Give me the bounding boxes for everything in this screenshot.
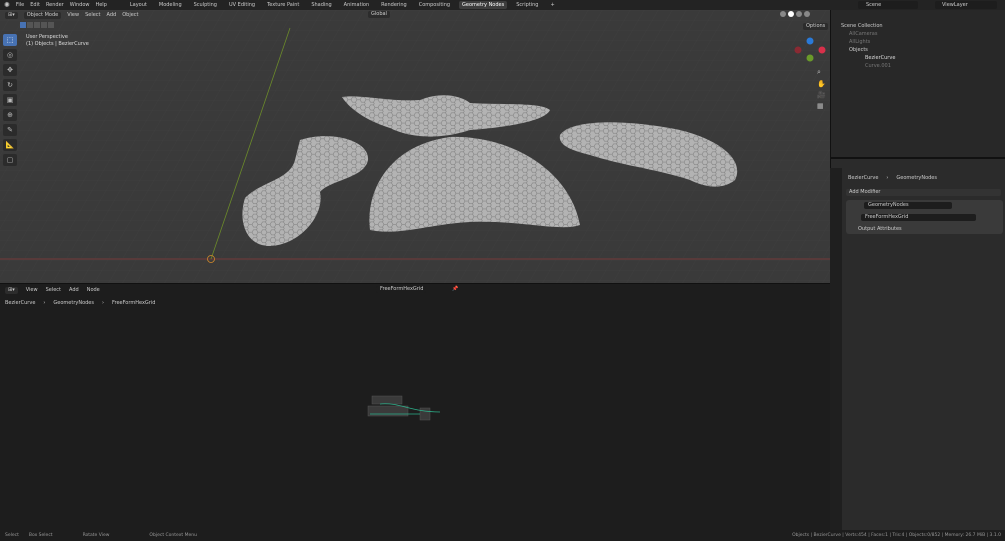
node-group-selector[interactable]: FreeFormHexGrid <box>376 286 426 293</box>
menu-render[interactable]: Render <box>46 2 64 8</box>
tab-shading[interactable]: Shading <box>308 1 334 9</box>
add-cube-tool-icon[interactable]: ▢ <box>3 154 17 166</box>
menu-file[interactable]: File <box>16 2 24 8</box>
menu-help[interactable]: Help <box>95 2 106 8</box>
menu-view[interactable]: View <box>67 12 79 18</box>
3d-viewport[interactable] <box>0 10 830 283</box>
outliner-item-objects[interactable]: Objects <box>831 46 1005 54</box>
node-editor[interactable] <box>0 283 830 530</box>
tab-layout[interactable]: Layout <box>127 1 150 9</box>
outliner-item-curve001[interactable]: Curve.001 <box>831 62 1005 70</box>
options-button[interactable]: Options <box>803 23 828 30</box>
tab-modeling[interactable]: Modeling <box>156 1 185 9</box>
properties-tabs[interactable] <box>830 168 842 530</box>
view-nav-controls: ⌕ ✋ 🎥 ▦ <box>817 68 826 110</box>
orientation-selector[interactable]: Global <box>368 11 390 18</box>
outliner-item-allcameras[interactable]: AllCameras <box>831 30 1005 38</box>
top-bar: ✺ File Edit Render Window Help Layout Mo… <box>0 0 1005 10</box>
menu-object[interactable]: Object <box>122 12 138 18</box>
pin-icon[interactable]: 📌 <box>452 286 458 292</box>
menu-select[interactable]: Select <box>85 12 100 18</box>
tab-compositing[interactable]: Compositing <box>416 1 453 9</box>
scene-selector[interactable]: Scene <box>858 1 918 9</box>
cursor-tool-icon[interactable]: ◎ <box>3 49 17 61</box>
menu-add[interactable]: Add <box>69 287 79 293</box>
menu-node[interactable]: Node <box>87 287 100 293</box>
tab-sculpting[interactable]: Sculpting <box>191 1 220 9</box>
modifier-panel: GeometryNodes FreeFormHexGrid Output Att… <box>846 200 1003 234</box>
rotate-tool-icon[interactable]: ↻ <box>3 79 17 91</box>
output-attributes-toggle[interactable]: Output Attributes <box>858 226 902 232</box>
mode-selector[interactable]: Object Mode <box>24 12 62 19</box>
properties-breadcrumb: BezierCurve›GeometryNodes <box>848 175 937 181</box>
outliner-item-alllights[interactable]: AllLights <box>831 38 1005 46</box>
node-breadcrumb: BezierCurve› GeometryNodes› FreeFormHexG… <box>5 300 155 306</box>
menu-select[interactable]: Select <box>46 287 61 293</box>
select-tool-icon[interactable]: ⬚ <box>3 34 17 46</box>
viewport-info: User Perspective (1) Objects | BezierCur… <box>26 34 89 48</box>
menu-window[interactable]: Window <box>70 2 90 8</box>
status-bar: Select Box Select Rotate View Object Con… <box>0 530 1005 541</box>
zoom-icon[interactable]: ⌕ <box>817 68 826 77</box>
properties-editor: BezierCurve›GeometryNodes Add Modifier G… <box>830 157 1005 530</box>
add-workspace-icon[interactable]: + <box>547 1 557 9</box>
tab-scripting[interactable]: Scripting <box>513 1 541 9</box>
shading-buttons[interactable] <box>780 11 810 17</box>
node-editor-header: ⊞▾ View Select Add Node FreeFormHexGrid … <box>0 285 830 295</box>
node-tree <box>360 392 450 427</box>
viewport-scene <box>0 10 830 283</box>
tab-rendering[interactable]: Rendering <box>378 1 410 9</box>
menu-add[interactable]: Add <box>107 12 117 18</box>
tab-uv-editing[interactable]: UV Editing <box>226 1 258 9</box>
scale-tool-icon[interactable]: ▣ <box>3 94 17 106</box>
camera-view-icon[interactable]: 🎥 <box>817 91 826 99</box>
toolbar: ⬚ ◎ ✥ ↻ ▣ ⊕ ✎ 📐 ▢ <box>3 34 17 166</box>
annotate-tool-icon[interactable]: ✎ <box>3 124 17 136</box>
move-tool-icon[interactable]: ✥ <box>3 64 17 76</box>
outliner: Scene Collection AllCameras AllLights Ob… <box>830 10 1005 157</box>
outliner-scene-collection[interactable]: Scene Collection <box>831 22 1005 30</box>
menu-edit[interactable]: Edit <box>30 2 40 8</box>
node-group-field[interactable]: FreeFormHexGrid <box>861 214 976 221</box>
outliner-item-beziercurve[interactable]: BezierCurve <box>831 54 1005 62</box>
modifier-name-field[interactable]: GeometryNodes <box>864 202 952 209</box>
menu-view[interactable]: View <box>26 287 38 293</box>
viewport-header: ⊞▾ Object Mode View Select Add Object Gl… <box>0 10 830 20</box>
blender-logo-icon[interactable]: ✺ <box>4 1 10 9</box>
grid-view-icon[interactable]: ▦ <box>817 102 826 110</box>
editor-type-icon[interactable]: ⊞▾ <box>5 12 18 19</box>
tab-geometry-nodes[interactable]: Geometry Nodes <box>459 1 507 9</box>
add-modifier-button[interactable]: Add Modifier <box>846 189 1001 196</box>
measure-tool-icon[interactable]: 📐 <box>3 139 17 151</box>
tab-texture-paint[interactable]: Texture Paint <box>264 1 302 9</box>
tab-animation[interactable]: Animation <box>341 1 373 9</box>
view-layer-selector[interactable]: ViewLayer <box>935 1 997 9</box>
transform-tool-icon[interactable]: ⊕ <box>3 109 17 121</box>
select-mode-buttons[interactable] <box>20 22 54 28</box>
editor-type-icon[interactable]: ⊞▾ <box>5 287 18 294</box>
pan-icon[interactable]: ✋ <box>817 80 826 88</box>
